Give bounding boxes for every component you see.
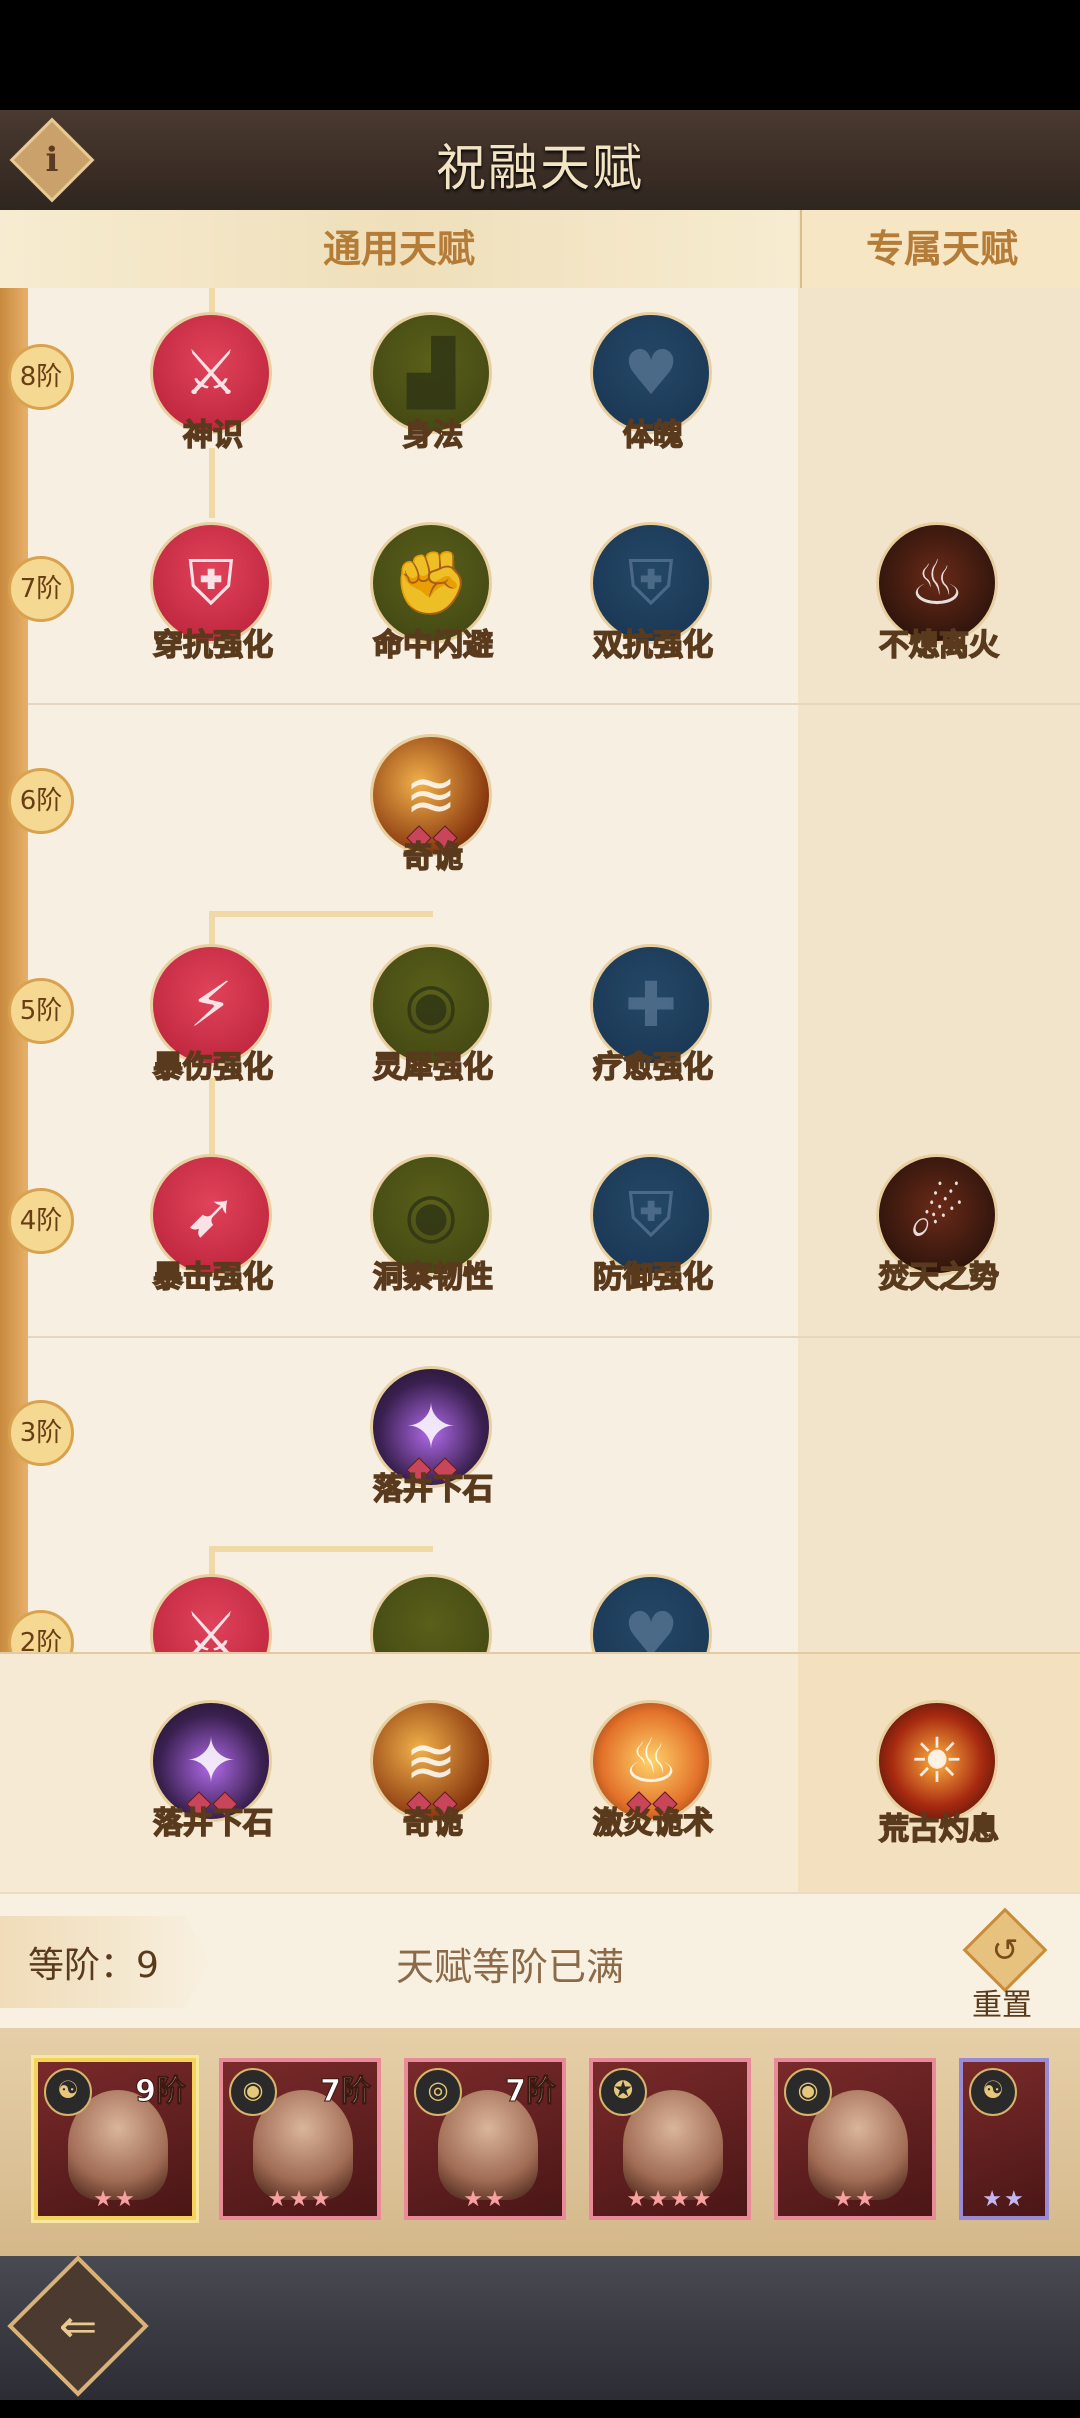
- connector-line: [209, 1546, 433, 1552]
- back-button[interactable]: ⇐: [7, 2255, 149, 2397]
- tier-badge-7: 7阶: [8, 556, 74, 622]
- faction-icon: ✪: [599, 2068, 647, 2116]
- talent-tabs: 通用天赋 专属天赋: [0, 210, 1080, 288]
- hero-card[interactable]: ☯ 9阶 ★★: [34, 2058, 196, 2220]
- talent-node[interactable]: ⛨ 双抗强化: [588, 520, 718, 664]
- tab-general-talent[interactable]: 通用天赋: [0, 210, 798, 288]
- title-bar: i 祝融天赋: [0, 110, 1080, 213]
- selected-talent[interactable]: ≋ 奇诡: [368, 1698, 498, 1842]
- talent-tree[interactable]: 8阶 7阶 6阶 5阶 4阶 3阶 2阶 ⚔ 神识 ▟ 身法 ♥ 体魄 ⛨ 穿抗…: [0, 288, 1080, 1652]
- talent-node[interactable]: ♥: [588, 1572, 718, 1652]
- tier-badge-6: 6阶: [8, 768, 74, 834]
- hero-card[interactable]: ◎ 7阶 ★★: [404, 2058, 566, 2220]
- faction-icon: ◉: [229, 2068, 277, 2116]
- talent-node[interactable]: ➹ 暴击强化: [148, 1152, 278, 1296]
- reset-label[interactable]: 重置: [972, 1980, 1032, 2024]
- bottom-bar: ⇐: [0, 2255, 1080, 2400]
- connector-line: [209, 448, 215, 518]
- talent-node[interactable]: ✊ 命中闪避: [368, 520, 498, 664]
- hero-card[interactable]: ✪ ★★★★: [589, 2058, 751, 2220]
- selected-talent[interactable]: ✦ 落井下石: [148, 1698, 278, 1842]
- tier-divider: [28, 1336, 1080, 1338]
- talent-node[interactable]: ⚔: [148, 1572, 278, 1652]
- selected-exclusive-talent[interactable]: ☀ 荒古灼息: [874, 1698, 1004, 1848]
- ancient-fire-icon: ☀: [909, 1724, 965, 1797]
- hero-card[interactable]: ◉ ★★: [774, 2058, 936, 2220]
- exclusive-talent-node[interactable]: ♨ 不熄离火: [874, 520, 1004, 664]
- max-level-status: 天赋等阶已满: [395, 1945, 624, 1989]
- tier-divider: [28, 703, 1080, 705]
- faction-icon: ☯: [969, 2068, 1017, 2116]
- talent-node-selected[interactable]: ≋ 奇诡: [368, 732, 498, 876]
- hero-strip[interactable]: ☯ 9阶 ★★ ◉ 7阶 ★★★ ◎ 7阶 ★★ ✪ ★★★★ ◉ ★★ ☯ ★…: [0, 2028, 1080, 2256]
- talent-node[interactable]: [368, 1572, 498, 1652]
- sword-up-icon: ⚔: [183, 1598, 239, 1652]
- tier-badge-4: 4阶: [8, 1188, 74, 1254]
- talent-node[interactable]: ▟ 身法: [368, 310, 498, 454]
- talent-node[interactable]: ⛨ 穿抗强化: [148, 520, 278, 664]
- level-text: 等阶：9: [28, 1945, 159, 1986]
- talent-node[interactable]: ◉ 洞察韧性: [368, 1152, 498, 1296]
- talent-node[interactable]: ⚔ 神识: [148, 310, 278, 454]
- faction-icon: ◉: [784, 2068, 832, 2116]
- page-title: 祝融天赋: [436, 139, 644, 197]
- selected-talent[interactable]: ♨ 激炎诡术: [588, 1698, 718, 1842]
- talent-node[interactable]: ⛨ 防御强化: [588, 1152, 718, 1296]
- exclusive-column: [798, 288, 1080, 1652]
- hero-card[interactable]: ◉ 7阶 ★★★: [219, 2058, 381, 2220]
- talent-node[interactable]: ⚡ 暴伤强化: [148, 942, 278, 1086]
- talent-node-selected[interactable]: ✦ 落井下石: [368, 1364, 498, 1508]
- tier-badge-3: 3阶: [8, 1400, 74, 1466]
- exclusive-talent-node[interactable]: ☄ 焚天之势: [874, 1152, 1004, 1296]
- hero-card[interactable]: ☯ ★★: [959, 2058, 1049, 2220]
- talent-node[interactable]: ♥ 体魄: [588, 310, 718, 454]
- tab-exclusive-talent[interactable]: 专属天赋: [800, 210, 1080, 288]
- status-bar: [0, 0, 1080, 110]
- talent-node[interactable]: ◉ 灵犀强化: [368, 942, 498, 1086]
- heart-icon: ♥: [623, 1598, 679, 1652]
- selected-talents: ✦ 落井下石 ≋ 奇诡 ♨ 激炎诡术 ☀ 荒古灼息: [0, 1652, 1080, 1894]
- reset-icon: ↺: [991, 1931, 1019, 1969]
- tier-badge-5: 5阶: [8, 978, 74, 1044]
- faction-icon: ◎: [414, 2068, 462, 2116]
- tier-badge-8: 8阶: [8, 344, 74, 410]
- faction-icon: ☯: [44, 2068, 92, 2116]
- connector-line: [209, 911, 433, 917]
- tier-badge-2: 2阶: [8, 1610, 74, 1652]
- level-bar: 等阶：9 天赋等阶已满 ↺ 重置: [0, 1892, 1080, 2030]
- talent-node[interactable]: ✚ 疗愈强化: [588, 942, 718, 1086]
- back-arrow-icon: ⇐: [58, 2299, 98, 2353]
